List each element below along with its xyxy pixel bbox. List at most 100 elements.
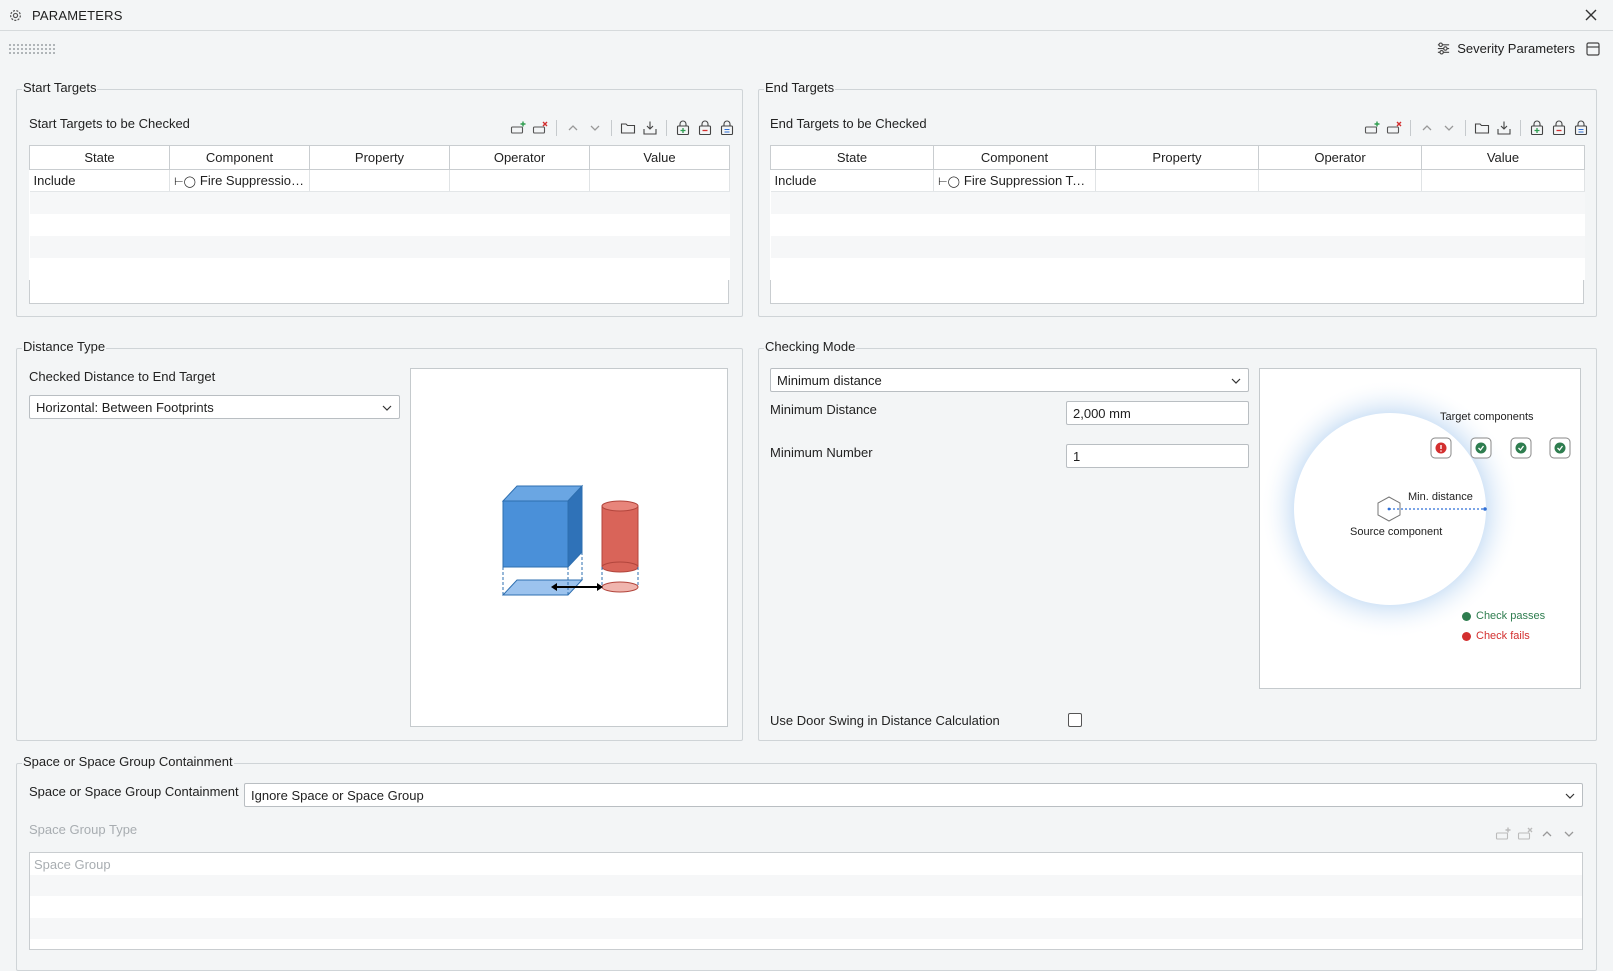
column-header-state[interactable]: State — [29, 145, 170, 170]
cell-operator[interactable] — [1258, 169, 1422, 192]
cell-component-text: Fire Suppression Ter... — [963, 173, 1094, 188]
column-header-operator[interactable]: Operator — [1258, 145, 1422, 170]
distance-type-illustration — [410, 368, 728, 727]
open-folder-button[interactable] — [618, 118, 638, 138]
cell-property[interactable] — [309, 169, 450, 192]
import-icon — [643, 121, 657, 135]
distance-type-value: Horizontal: Between Footprints — [36, 399, 214, 415]
add-row-icon — [1495, 827, 1511, 840]
lock-clear-button[interactable] — [1571, 118, 1591, 138]
space-group-list-header: Space Group — [34, 857, 111, 872]
target-pass-icon — [1470, 437, 1492, 459]
move-up-icon — [1542, 831, 1552, 837]
legend-fail-text: Check fails — [1476, 630, 1530, 642]
severity-parameters-label: Severity Parameters — [1457, 41, 1575, 56]
column-header-operator[interactable]: Operator — [449, 145, 590, 170]
move-down-icon — [590, 125, 600, 131]
space-containment-value: Ignore Space or Space Group — [251, 787, 424, 803]
cell-property[interactable] — [1095, 169, 1259, 192]
move-down-icon — [1564, 831, 1574, 837]
open-folder-icon — [1474, 123, 1490, 134]
cell-state[interactable]: Include — [29, 169, 170, 192]
start-targets-toolbar — [508, 118, 737, 138]
lock-clear-icon — [1574, 120, 1588, 136]
checking-mode-select[interactable]: Minimum distance — [770, 368, 1249, 392]
cell-state[interactable]: Include — [770, 169, 934, 192]
lock-remove-button[interactable] — [1549, 118, 1569, 138]
severity-settings-icon — [1438, 42, 1450, 55]
column-header-value[interactable]: Value — [1421, 145, 1585, 170]
import-button[interactable] — [1494, 118, 1514, 138]
lock-clear-button[interactable] — [717, 118, 737, 138]
min-distance-diagram-label: Min. distance — [1408, 491, 1473, 503]
min-distance-label: Minimum Distance — [770, 402, 877, 417]
cell-value[interactable] — [1421, 169, 1585, 192]
open-folder-button[interactable] — [1472, 118, 1492, 138]
start-targets-sub-label: Start Targets to be Checked — [29, 116, 190, 131]
remove-row-button[interactable] — [530, 118, 550, 138]
move-up-button[interactable] — [1417, 118, 1437, 138]
table-row[interactable]: Include ⊢◯ Fire Suppression ... — [29, 169, 730, 192]
drag-handle[interactable] — [8, 43, 56, 55]
door-swing-checkbox[interactable] — [1068, 713, 1082, 727]
cell-component[interactable]: ⊢◯ Fire Suppression ... — [169, 169, 310, 192]
remove-row-button[interactable] — [1515, 824, 1535, 844]
min-number-label: Minimum Number — [770, 445, 873, 460]
end-targets-toolbar — [1362, 118, 1591, 138]
column-header-state[interactable]: State — [770, 145, 934, 170]
lock-remove-icon — [1552, 120, 1566, 136]
target-components-label: Target components — [1440, 411, 1534, 423]
cell-operator[interactable] — [449, 169, 590, 192]
door-swing-label: Use Door Swing in Distance Calculation — [770, 713, 1000, 728]
add-row-button[interactable] — [508, 118, 528, 138]
space-containment-legend: Space or Space Group Containment — [22, 754, 234, 769]
distance-type-legend: Distance Type — [22, 339, 107, 354]
lock-add-button[interactable] — [673, 118, 693, 138]
lock-add-button[interactable] — [1527, 118, 1547, 138]
column-header-value[interactable]: Value — [589, 145, 730, 170]
window-title: PARAMETERS — [32, 8, 123, 23]
gear-icon — [10, 10, 21, 21]
column-header-property[interactable]: Property — [309, 145, 450, 170]
add-row-icon — [510, 121, 526, 134]
legend-pass-text: Check passes — [1476, 610, 1546, 622]
checking-mode-value: Minimum distance — [777, 372, 882, 388]
import-icon — [1497, 121, 1511, 135]
add-row-button[interactable] — [1362, 118, 1382, 138]
severity-parameters-button[interactable]: Severity Parameters — [1436, 41, 1575, 56]
space-group-list: Space Group — [29, 852, 1583, 950]
remove-row-icon — [532, 121, 548, 134]
space-group-toolbar — [1493, 824, 1579, 844]
move-up-button[interactable] — [1537, 824, 1557, 844]
move-down-button[interactable] — [1439, 118, 1459, 138]
column-header-property[interactable]: Property — [1095, 145, 1259, 170]
cell-component[interactable]: ⊢◯ Fire Suppression Ter... — [933, 169, 1096, 192]
min-distance-field[interactable]: 2,000 mm — [1066, 401, 1249, 425]
column-header-component[interactable]: Component — [933, 145, 1096, 170]
legend-fail: Check fails — [1462, 630, 1530, 642]
target-pass-icon — [1549, 437, 1571, 459]
move-up-button[interactable] — [563, 118, 583, 138]
chevron-down-icon — [1565, 793, 1575, 799]
legend-pass: Check passes — [1462, 610, 1545, 622]
table-row[interactable]: Include ⊢◯ Fire Suppression Ter... — [770, 169, 1585, 192]
column-header-component[interactable]: Component — [169, 145, 310, 170]
end-targets-table: State Component Property Operator Value … — [770, 145, 1585, 280]
lock-remove-button[interactable] — [695, 118, 715, 138]
add-row-button[interactable] — [1493, 824, 1513, 844]
move-down-button[interactable] — [1559, 824, 1579, 844]
move-up-icon — [1422, 125, 1432, 131]
cell-value[interactable] — [589, 169, 730, 192]
move-down-button[interactable] — [585, 118, 605, 138]
space-containment-select[interactable]: Ignore Space or Space Group — [244, 783, 1583, 807]
footprint-distance-diagram — [501, 484, 639, 596]
checking-mode-legend: Checking Mode — [764, 339, 857, 354]
distance-type-select[interactable]: Horizontal: Between Footprints — [29, 395, 400, 419]
remove-row-button[interactable] — [1384, 118, 1404, 138]
min-number-field[interactable]: 1 — [1066, 444, 1249, 468]
layout-icon[interactable] — [1585, 41, 1601, 57]
list-row — [30, 918, 1582, 939]
import-button[interactable] — [640, 118, 660, 138]
remove-row-icon — [1386, 121, 1402, 134]
close-icon[interactable] — [1583, 7, 1599, 23]
